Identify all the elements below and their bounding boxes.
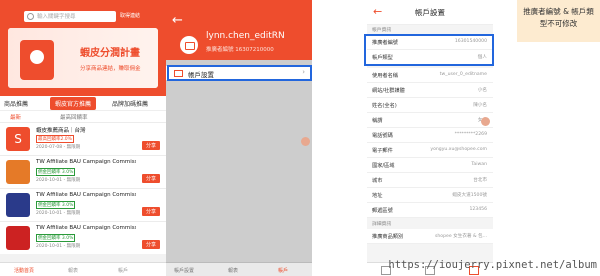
tab-brand[interactable]: 品牌加碼推薦 xyxy=(112,99,148,108)
row-website[interactable]: 網站/社群媒體 小名 xyxy=(367,83,493,98)
item-date: 2020-07-08 - 無限期 xyxy=(36,145,81,150)
item-title: TW Affiliate BAU Campaign Commission... xyxy=(36,225,136,231)
tab-product[interactable]: 商品推薦 xyxy=(4,99,28,108)
shirt-thumb xyxy=(6,193,30,217)
row-fullname[interactable]: 姓名(全名) 陳小名 xyxy=(367,98,493,113)
list-item[interactable]: TW Affiliate BAU Campaign Commission... … xyxy=(0,221,166,254)
row-zipcode[interactable]: 郵遞區號 123456 xyxy=(367,203,493,218)
nav-home[interactable]: 活動首頁 xyxy=(14,267,34,274)
row-email[interactable]: 電子郵件 yongyu.xu@shopee.com xyxy=(367,143,493,158)
commission-badge: 佣金回饋率 3.0% xyxy=(36,201,76,209)
bottom-nav: 帳戶設置 報表 帳戶 xyxy=(166,262,312,276)
nav-account[interactable]: 帳戶 xyxy=(118,267,128,274)
section-label: 詳細資訊 xyxy=(372,222,392,227)
watermark-url: https://ioujerry.pixnet.net/album xyxy=(388,259,597,271)
nav-report[interactable]: 報表 xyxy=(228,267,238,274)
bottom-nav: 活動首頁 報表 帳戶 xyxy=(0,262,166,276)
item-title: 蝦皮推薦商品｜台灣 xyxy=(36,128,86,134)
row-title[interactable]: 稱謂女士 xyxy=(367,113,493,128)
scroll-indicator[interactable] xyxy=(301,137,310,146)
row-address[interactable]: 地址 蝦皮大道1500號 xyxy=(367,188,493,203)
commission-badge: 佣金回饋率 3.0% xyxy=(36,168,76,176)
row-username[interactable]: 使用者名稱 tw_user_0_editname xyxy=(367,68,493,83)
nav-account[interactable]: 帳戶 xyxy=(278,267,288,274)
share-button[interactable]: 分享 xyxy=(141,207,160,216)
item-date: 2020-10-01 - 無限期 xyxy=(36,178,81,183)
search-input[interactable]: 輸入關鍵字搜尋 xyxy=(24,11,116,22)
tab-official[interactable]: 蝦皮官方推薦 xyxy=(50,97,97,110)
list-item[interactable]: S 蝦皮推薦商品｜台灣 最高回饋率2.0% 2020-07-08 - 無限期 分… xyxy=(0,122,166,155)
shoes-thumb xyxy=(6,226,30,250)
row-country[interactable]: 國家/區域 Taiwan xyxy=(367,158,493,173)
highlight-box xyxy=(167,65,312,81)
get-link-button[interactable]: 取得連結 xyxy=(120,12,140,19)
affiliate-id: 推廣者編號 16307210000 xyxy=(206,47,274,53)
row-categories[interactable]: 推廣商品類別 shopee 女生衣著 & 包... xyxy=(367,229,493,244)
bag-icon xyxy=(30,50,44,64)
back-arrow-icon[interactable]: ← xyxy=(172,13,183,28)
tab-bar: 商品推薦 蝦皮官方推薦 品牌加碼推薦 xyxy=(0,96,166,110)
item-title: TW Affiliate BAU Campaign Commission... xyxy=(36,192,136,198)
list-item[interactable]: TW Affiliate BAU Campaign Commission... … xyxy=(0,155,166,188)
banner-subtitle: 分享商品連結，賺取佣金 xyxy=(80,66,141,72)
share-button[interactable]: 分享 xyxy=(141,240,160,249)
app-panel-offers: 輸入關鍵字搜尋 取得連結 蝦皮分潤計畫 分享商品連結，賺取佣金 商品推薦 蝦皮官… xyxy=(0,0,166,276)
section-label: 帳戶資訊 xyxy=(372,28,392,33)
callout-note: 推廣者編號 & 帳戶類型不可修改 xyxy=(517,0,600,42)
search-icon xyxy=(27,13,34,20)
sort-highest[interactable]: 最高回饋率 xyxy=(60,113,88,121)
promo-banner[interactable]: 蝦皮分潤計畫 分享商品連結，賺取佣金 xyxy=(8,28,158,88)
item-title: TW Affiliate BAU Campaign Commission... xyxy=(36,159,136,165)
row-phone[interactable]: 電話號碼 *********2269 xyxy=(367,128,493,143)
avatar-camera-icon[interactable] xyxy=(180,36,198,54)
nav-settings[interactable]: 帳戶設置 xyxy=(174,267,194,274)
share-button[interactable]: 分享 xyxy=(141,174,160,183)
row-city[interactable]: 城市 台北市 xyxy=(367,173,493,188)
app-panel-profile: ← lynn.chen_editRN 推廣者編號 16307210000 帳戶設… xyxy=(166,0,312,276)
page-title: 帳戶設置 xyxy=(415,8,445,17)
scroll-indicator[interactable] xyxy=(481,117,490,126)
banner-title: 蝦皮分潤計畫 xyxy=(80,48,140,59)
item-date: 2020-10-01 - 無限期 xyxy=(36,211,81,216)
dress-thumb xyxy=(6,160,30,184)
search-placeholder: 輸入關鍵字搜尋 xyxy=(37,14,76,20)
callout-text: 推廣者編號 & 帳戶類型不可修改 xyxy=(523,7,594,28)
shopee-logo-icon: S xyxy=(6,127,30,151)
list-item[interactable]: TW Affiliate BAU Campaign Commission... … xyxy=(0,188,166,221)
item-date: 2020-10-01 - 無限期 xyxy=(36,244,81,249)
highlight-box xyxy=(364,34,494,66)
username: lynn.chen_editRN xyxy=(206,31,285,41)
commission-badge: 佣金回饋率 3.0% xyxy=(36,234,76,242)
commission-badge: 最高回饋率2.0% xyxy=(36,135,74,143)
sort-latest[interactable]: 最新 xyxy=(10,113,21,121)
nav-report[interactable]: 報表 xyxy=(68,267,78,274)
share-button[interactable]: 分享 xyxy=(141,141,160,150)
